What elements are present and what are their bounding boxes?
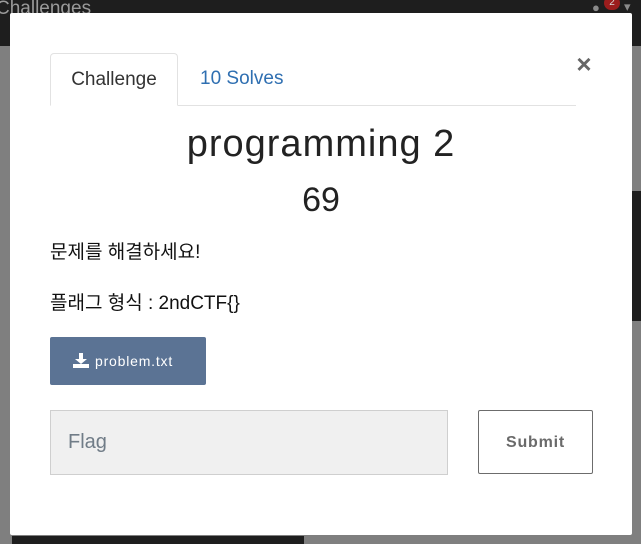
download-file-button[interactable]: problem.txt bbox=[50, 337, 206, 385]
challenge-description-line: 플래그 형식 : 2ndCTF{} bbox=[50, 293, 240, 314]
flag-input[interactable] bbox=[50, 410, 448, 475]
tab-challenge[interactable]: Challenge bbox=[50, 53, 178, 106]
close-button[interactable]: × bbox=[573, 51, 595, 77]
challenge-value: 69 bbox=[302, 181, 340, 219]
submit-button[interactable]: Submit bbox=[478, 410, 593, 474]
notification-badge: 2 bbox=[604, 0, 620, 10]
file-name: problem.txt bbox=[95, 353, 174, 369]
challenge-description-line: 문제를 해결하세요! bbox=[50, 242, 201, 263]
challenge-modal: Challenge 10 Solves × programming 2 69 문… bbox=[10, 13, 632, 535]
tab-solves[interactable]: 10 Solves bbox=[200, 53, 283, 105]
modal-tabs: Challenge 10 Solves bbox=[50, 53, 576, 106]
background-card-bottom bbox=[12, 536, 304, 544]
download-icon bbox=[73, 353, 89, 368]
background-card bbox=[632, 191, 641, 321]
challenge-name: programming 2 bbox=[186, 123, 456, 165]
